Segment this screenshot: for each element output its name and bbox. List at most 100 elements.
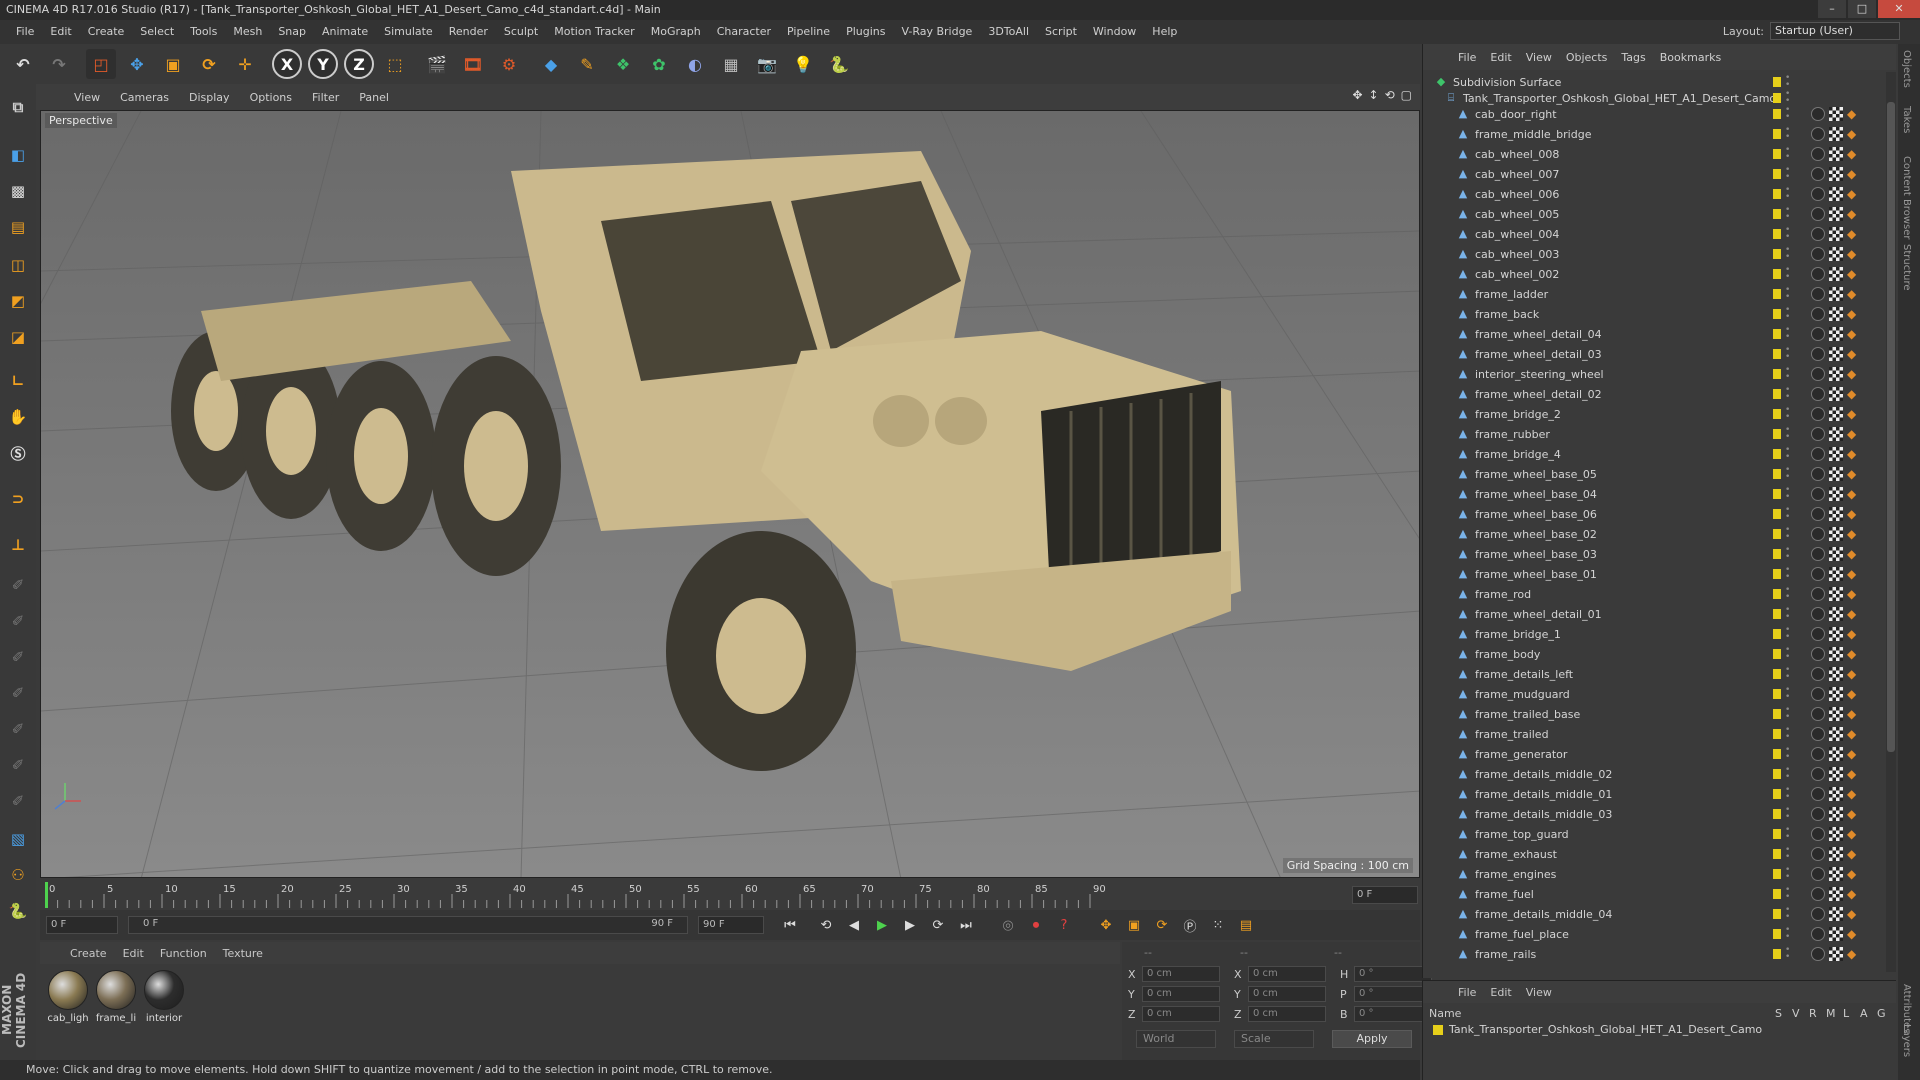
timeline-ruler[interactable]: 0 5 10 15 20 25 30 35 40 45 50 55 60 65 70 75 80 85 90 0 F <box>40 880 1420 910</box>
visibility-dots[interactable]: • • <box>1785 126 1791 142</box>
layout-dropdown[interactable]: Startup (User) <box>1770 22 1900 40</box>
material-menu-edit[interactable]: Edit <box>115 947 152 960</box>
material-tag-icon[interactable]: ◆ <box>1847 587 1857 601</box>
phong-tag-icon[interactable] <box>1811 507 1825 521</box>
phong-tag-icon[interactable] <box>1811 907 1825 921</box>
phong-tag-icon[interactable] <box>1811 187 1825 201</box>
menu-script[interactable]: Script <box>1037 20 1085 44</box>
om-menu-file[interactable]: File <box>1451 51 1483 64</box>
rotate-icon[interactable]: ⟳ <box>194 49 224 79</box>
deformer-icon[interactable]: ◐ <box>680 49 710 79</box>
object-row[interactable]: ▲ cab_wheel_002 • • ◆ <box>1423 264 1897 284</box>
texture-tag-icon[interactable] <box>1829 547 1843 561</box>
texture-tag-icon[interactable] <box>1829 507 1843 521</box>
phong-tag-icon[interactable] <box>1811 787 1825 801</box>
render-view-icon[interactable]: 🎬 <box>422 49 452 79</box>
texture-tag-icon[interactable] <box>1829 147 1843 161</box>
visibility-dots[interactable]: • • <box>1785 546 1791 562</box>
material-tag-icon[interactable]: ◆ <box>1847 687 1857 701</box>
material-tag-icon[interactable]: ◆ <box>1847 827 1857 841</box>
object-row[interactable]: ▲ frame_body • • ◆ <box>1423 644 1897 664</box>
visibility-dots[interactable]: • • <box>1785 886 1791 902</box>
material-tag-icon[interactable]: ◆ <box>1847 807 1857 821</box>
layer-column-r[interactable]: R <box>1809 1007 1817 1020</box>
material-swatch[interactable]: interior <box>142 970 186 1024</box>
undo-icon[interactable]: ↶ <box>8 49 38 79</box>
subdivision-icon[interactable]: ❖ <box>608 49 638 79</box>
next-key-icon[interactable]: ⟳ <box>927 914 949 936</box>
menu-create[interactable]: Create <box>80 20 133 44</box>
visibility-dots[interactable]: • • <box>1785 686 1791 702</box>
object-row[interactable]: ▲ frame_trailed • • ◆ <box>1423 724 1897 744</box>
axis-mode-icon[interactable]: ∟ <box>3 366 33 396</box>
layer-column-v[interactable]: V <box>1792 1007 1800 1020</box>
spline-pen-icon[interactable]: ✎ <box>572 49 602 79</box>
object-row[interactable]: ▲ frame_bridge_4 • • ◆ <box>1423 444 1897 464</box>
menu-motion-tracker[interactable]: Motion Tracker <box>546 20 642 44</box>
visibility-dots[interactable]: • • <box>1785 806 1791 822</box>
texture-tag-icon[interactable] <box>1829 347 1843 361</box>
object-row[interactable]: ▲ frame_wheel_detail_04 • • ◆ <box>1423 324 1897 344</box>
phong-tag-icon[interactable] <box>1811 927 1825 941</box>
transform-icon[interactable]: ✛ <box>230 49 260 79</box>
viewport-menu-filter[interactable]: Filter <box>302 91 349 104</box>
visibility-dots[interactable]: • • <box>1785 346 1791 362</box>
phong-tag-icon[interactable] <box>1811 267 1825 281</box>
layer-menu-edit[interactable]: Edit <box>1483 986 1518 999</box>
maximize-button[interactable]: □ <box>1848 0 1876 18</box>
phong-tag-icon[interactable] <box>1811 407 1825 421</box>
visibility-dots[interactable]: • • <box>1785 74 1791 90</box>
phong-tag-icon[interactable] <box>1811 527 1825 541</box>
object-row[interactable]: ▲ frame_bridge_2 • • ◆ <box>1423 404 1897 424</box>
visibility-dots[interactable]: • • <box>1785 446 1791 462</box>
om-menu-view[interactable]: View <box>1519 51 1559 64</box>
texture-tag-icon[interactable] <box>1829 667 1843 681</box>
material-tag-icon[interactable]: ◆ <box>1847 447 1857 461</box>
scale-icon[interactable]: ▣ <box>158 49 188 79</box>
material-tag-icon[interactable]: ◆ <box>1847 527 1857 541</box>
visibility-dots[interactable]: • • <box>1785 186 1791 202</box>
previous-key-icon[interactable]: ⟲ <box>815 914 837 936</box>
material-tag-icon[interactable]: ◆ <box>1847 947 1857 961</box>
texture-tag-icon[interactable] <box>1829 327 1843 341</box>
snap-icon[interactable]: Ⓢ <box>3 438 33 468</box>
object-row[interactable]: ▲ frame_details_middle_03 • • ◆ <box>1423 804 1897 824</box>
object-row[interactable]: ▲ frame_engines • • ◆ <box>1423 864 1897 884</box>
material-tag-icon[interactable]: ◆ <box>1847 767 1857 781</box>
visibility-dots[interactable]: • • <box>1785 766 1791 782</box>
object-row[interactable]: ▲ frame_details_left • • ◆ <box>1423 664 1897 684</box>
visibility-dots[interactable]: • • <box>1785 326 1791 342</box>
object-row[interactable]: ▲ frame_mudguard • • ◆ <box>1423 684 1897 704</box>
visibility-dots[interactable]: • • <box>1785 106 1791 122</box>
visibility-dots[interactable]: • • <box>1785 846 1791 862</box>
side-tab-layers[interactable]: Layers <box>1901 1024 1912 1057</box>
visibility-dots[interactable]: • • <box>1785 726 1791 742</box>
array-icon[interactable]: ✿ <box>644 49 674 79</box>
om-menu-bookmarks[interactable]: Bookmarks <box>1653 51 1728 64</box>
phong-tag-icon[interactable] <box>1811 427 1825 441</box>
key-scale-icon[interactable]: ▣ <box>1123 914 1145 936</box>
object-row[interactable]: ▲ frame_wheel_base_01 • • ◆ <box>1423 564 1897 584</box>
paint-icon[interactable]: ▧ <box>3 824 33 854</box>
material-tag-icon[interactable]: ◆ <box>1847 747 1857 761</box>
phong-tag-icon[interactable] <box>1811 227 1825 241</box>
workplane-mode-icon[interactable]: ▤ <box>3 212 33 242</box>
texture-tag-icon[interactable] <box>1829 647 1843 661</box>
object-row[interactable]: ▲ interior_steering_wheel • • ◆ <box>1423 364 1897 384</box>
key-position-icon[interactable]: ✥ <box>1095 914 1117 936</box>
previous-frame-icon[interactable]: ◀ <box>843 914 865 936</box>
material-menu-texture[interactable]: Texture <box>215 947 271 960</box>
layer-column-a[interactable]: A <box>1860 1007 1868 1020</box>
sculpt-brush-icon[interactable]: ✐ <box>3 570 33 600</box>
visibility-dots[interactable]: • • <box>1785 466 1791 482</box>
phong-tag-icon[interactable] <box>1811 627 1825 641</box>
timeline-window-icon[interactable]: ▤ <box>1235 914 1257 936</box>
object-row[interactable]: ▲ frame_details_middle_01 • • ◆ <box>1423 784 1897 804</box>
motion-record-icon[interactable]: ◎ <box>997 914 1019 936</box>
texture-tag-icon[interactable] <box>1829 907 1843 921</box>
position-z-field[interactable]: 0 cm <box>1142 1006 1220 1022</box>
y-axis-lock-button[interactable]: Y <box>308 49 338 79</box>
floor-icon[interactable]: ▦ <box>716 49 746 79</box>
material-tag-icon[interactable]: ◆ <box>1847 127 1857 141</box>
object-row[interactable]: ▲ frame_trailed_base • • ◆ <box>1423 704 1897 724</box>
